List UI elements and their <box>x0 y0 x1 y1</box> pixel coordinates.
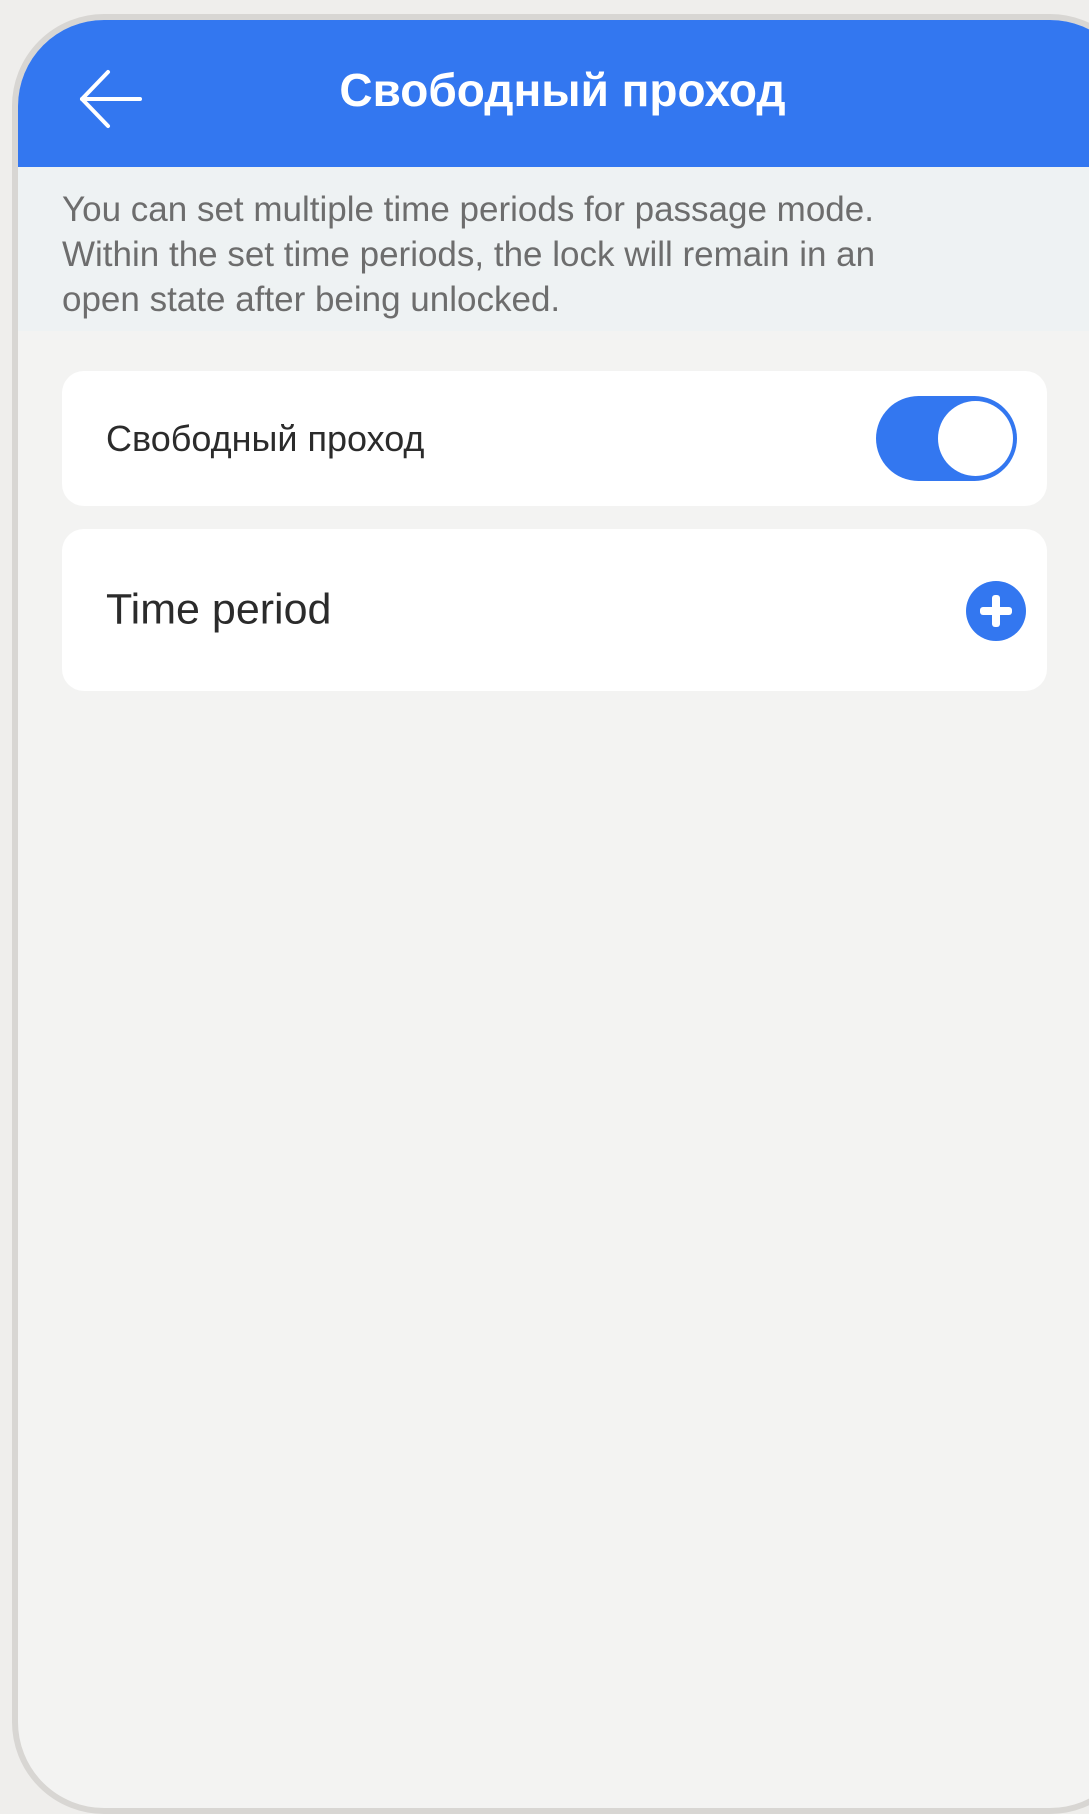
passage-mode-card: Свободный проход <box>62 371 1047 506</box>
page-title: Свободный проход <box>339 64 786 116</box>
toggle-knob <box>938 401 1013 476</box>
time-period-label: Time period <box>106 585 332 634</box>
info-banner: You can set multiple time periods for pa… <box>18 167 1089 331</box>
info-text: You can set multiple time periods for pa… <box>62 190 876 319</box>
app-header: Свободный проход <box>18 20 1089 167</box>
passage-mode-label: Свободный проход <box>106 417 425 459</box>
add-time-period-button[interactable] <box>966 581 1026 641</box>
plus-circle-icon <box>966 581 1026 641</box>
passage-mode-toggle[interactable] <box>876 396 1017 481</box>
phone-screen: Свободный проход You can set multiple ti… <box>12 14 1089 1814</box>
time-period-card: Time period <box>62 529 1047 691</box>
